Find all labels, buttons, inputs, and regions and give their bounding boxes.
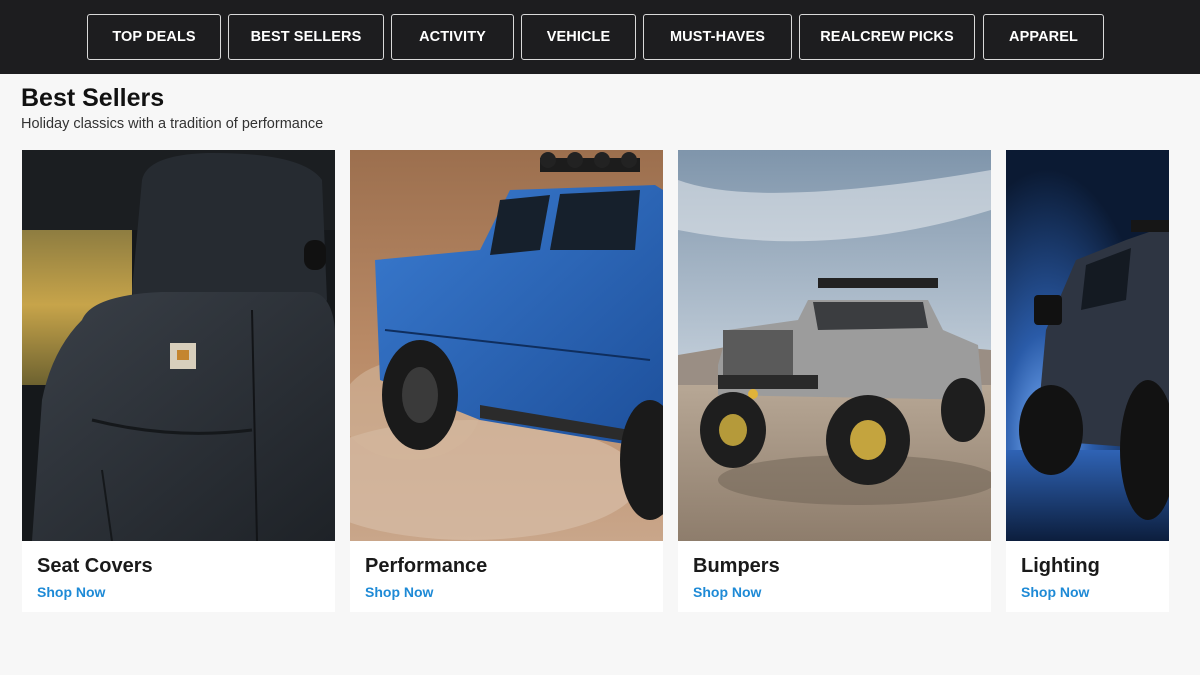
category-card-seat-covers[interactable]: Seat Covers Shop Now — [22, 150, 335, 612]
night-truck-illustration — [1006, 150, 1169, 541]
section-subtitle: Holiday classics with a tradition of per… — [21, 116, 324, 132]
nav-must-haves[interactable]: MUST-HAVES — [643, 14, 792, 60]
shop-now-link[interactable]: Shop Now — [1021, 584, 1089, 600]
bumpers-image[interactable] — [678, 150, 991, 541]
nav-top-deals[interactable]: TOP DEALS — [87, 14, 221, 60]
nav-realcrew-picks[interactable]: REALCREW PICKS — [799, 14, 975, 60]
blue-truck-illustration — [350, 150, 663, 541]
category-card-bumpers[interactable]: Bumpers Shop Now — [678, 150, 991, 612]
category-card-performance[interactable]: Performance Shop Now — [350, 150, 663, 612]
card-title: Bumpers — [693, 555, 780, 577]
nav-apparel[interactable]: APPAREL — [983, 14, 1104, 60]
seat-cover-illustration — [22, 150, 335, 541]
shop-now-link[interactable]: Shop Now — [365, 584, 433, 600]
nav-activity[interactable]: ACTIVITY — [391, 14, 514, 60]
nav-best-sellers[interactable]: BEST SELLERS — [228, 14, 384, 60]
jeep-illustration — [678, 150, 991, 541]
category-card-lighting[interactable]: Lighting Shop Now — [1006, 150, 1169, 612]
card-title: Seat Covers — [37, 555, 153, 577]
lighting-image[interactable] — [1006, 150, 1169, 541]
card-title: Lighting — [1021, 555, 1100, 577]
shop-now-link[interactable]: Shop Now — [37, 584, 105, 600]
card-title: Performance — [365, 555, 488, 577]
top-navigation: TOP DEALS BEST SELLERS ACTIVITY VEHICLE … — [0, 0, 1200, 74]
nav-vehicle[interactable]: VEHICLE — [521, 14, 636, 60]
section-title: Best Sellers — [21, 84, 165, 112]
seat-cover-image[interactable] — [22, 150, 335, 541]
shop-now-link[interactable]: Shop Now — [693, 584, 761, 600]
performance-image[interactable] — [350, 150, 663, 541]
